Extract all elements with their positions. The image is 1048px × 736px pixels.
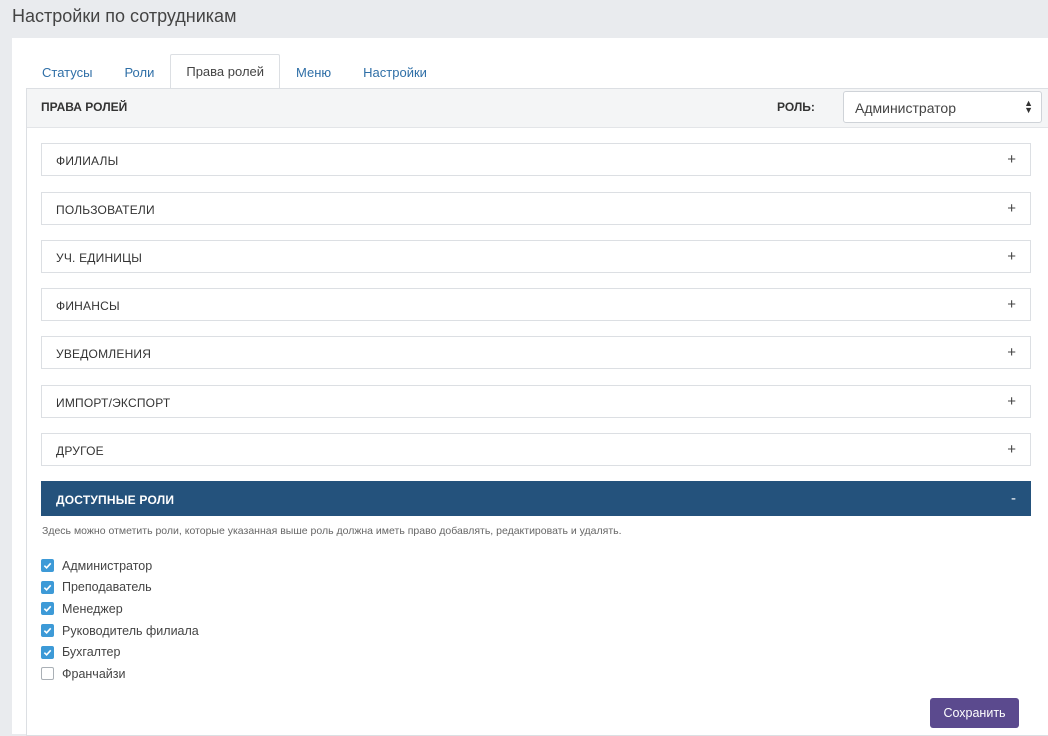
checkbox-checked-icon[interactable] [41, 624, 54, 638]
tab-settings[interactable]: Настройки [347, 55, 443, 89]
section-branches[interactable]: ФИЛИАЛЫ + [41, 143, 1031, 176]
section-label: ФИНАНСЫ [56, 299, 120, 313]
section-users[interactable]: ПОЛЬЗОВАТЕЛИ + [41, 192, 1031, 225]
expand-icon: + [1007, 441, 1016, 458]
role-label: РОЛЬ: [777, 100, 815, 114]
role-checkbox-label: Руководитель филиала [62, 623, 199, 638]
role-checkbox-row[interactable]: Бухгалтер [41, 641, 199, 663]
role-checkbox-row[interactable]: Руководитель филиала [41, 620, 199, 642]
role-checkbox-row[interactable]: Менеджер [41, 598, 199, 620]
role-checkbox-label: Менеджер [62, 601, 123, 616]
expand-icon: + [1007, 344, 1016, 361]
section-label: ФИЛИАЛЫ [56, 154, 119, 168]
section-label: ДРУГОЕ [56, 444, 104, 458]
page-title: Настройки по сотрудникам [12, 6, 237, 26]
section-finance[interactable]: ФИНАНСЫ + [41, 288, 1031, 321]
available-roles-hint: Здесь можно отметить роли, которые указа… [42, 525, 622, 537]
checkbox-checked-icon[interactable] [41, 580, 54, 594]
tab-bar: Статусы Роли Права ролей Меню Настройки [26, 54, 443, 89]
expand-icon: + [1007, 200, 1016, 217]
tab-roles[interactable]: Роли [108, 55, 170, 89]
role-checkbox-label: Преподаватель [62, 580, 152, 595]
expand-icon: + [1007, 296, 1016, 313]
content-card: Статусы Роли Права ролей Меню Настройки … [12, 38, 1048, 736]
role-checkbox-label: Франчайзи [62, 666, 126, 681]
panel-title: ПРАВА РОЛЕЙ [41, 100, 128, 114]
section-label: ПОЛЬЗОВАТЕЛИ [56, 203, 155, 217]
section-label: ДОСТУПНЫЕ РОЛИ [56, 493, 175, 507]
role-select-value: Администратор [855, 100, 957, 116]
role-checkbox-row[interactable]: Администратор [41, 555, 199, 577]
expand-icon: + [1007, 248, 1016, 265]
tab-statuses[interactable]: Статусы [26, 55, 108, 89]
tab-menu[interactable]: Меню [280, 55, 347, 89]
section-label: УВЕДОМЛЕНИЯ [56, 347, 152, 361]
checkbox-checked-icon[interactable] [41, 602, 54, 616]
panel-header: ПРАВА РОЛЕЙ РОЛЬ: Администратор ▲ ▼ [27, 89, 1048, 128]
section-available-roles[interactable]: ДОСТУПНЫЕ РОЛИ - [41, 481, 1031, 516]
checkbox-checked-icon[interactable] [41, 645, 54, 659]
select-arrows-icon: ▲ ▼ [1024, 98, 1033, 115]
role-permissions-panel: ПРАВА РОЛЕЙ РОЛЬ: Администратор ▲ ▼ ФИЛИА… [26, 88, 1048, 736]
section-import-export[interactable]: ИМПОРТ/ЭКСПОРТ + [41, 385, 1031, 418]
role-checkbox-label: Бухгалтер [62, 645, 121, 660]
role-select[interactable]: Администратор ▲ ▼ [843, 91, 1042, 123]
tab-role-permissions[interactable]: Права ролей [170, 54, 281, 89]
role-checkbox-label: Администратор [62, 558, 153, 573]
checkbox-unchecked-icon[interactable] [41, 667, 54, 681]
role-checkbox-row[interactable]: Преподаватель [41, 577, 199, 599]
checkbox-checked-icon[interactable] [41, 559, 54, 573]
section-label: УЧ. ЕДИНИЦЫ [56, 251, 143, 265]
expand-icon: + [1007, 393, 1016, 410]
role-checkbox-row[interactable]: Франчайзи [41, 663, 199, 685]
section-label: ИМПОРТ/ЭКСПОРТ [56, 396, 171, 410]
section-study-units[interactable]: УЧ. ЕДИНИЦЫ + [41, 240, 1031, 273]
section-notifications[interactable]: УВЕДОМЛЕНИЯ + [41, 336, 1031, 369]
section-other[interactable]: ДРУГОЕ + [41, 433, 1031, 466]
available-roles-list: Администратор Преподаватель Менеджер Рук… [41, 555, 199, 685]
collapse-icon: - [1011, 490, 1016, 507]
expand-icon: + [1007, 151, 1016, 168]
save-button[interactable]: Сохранить [930, 698, 1019, 728]
